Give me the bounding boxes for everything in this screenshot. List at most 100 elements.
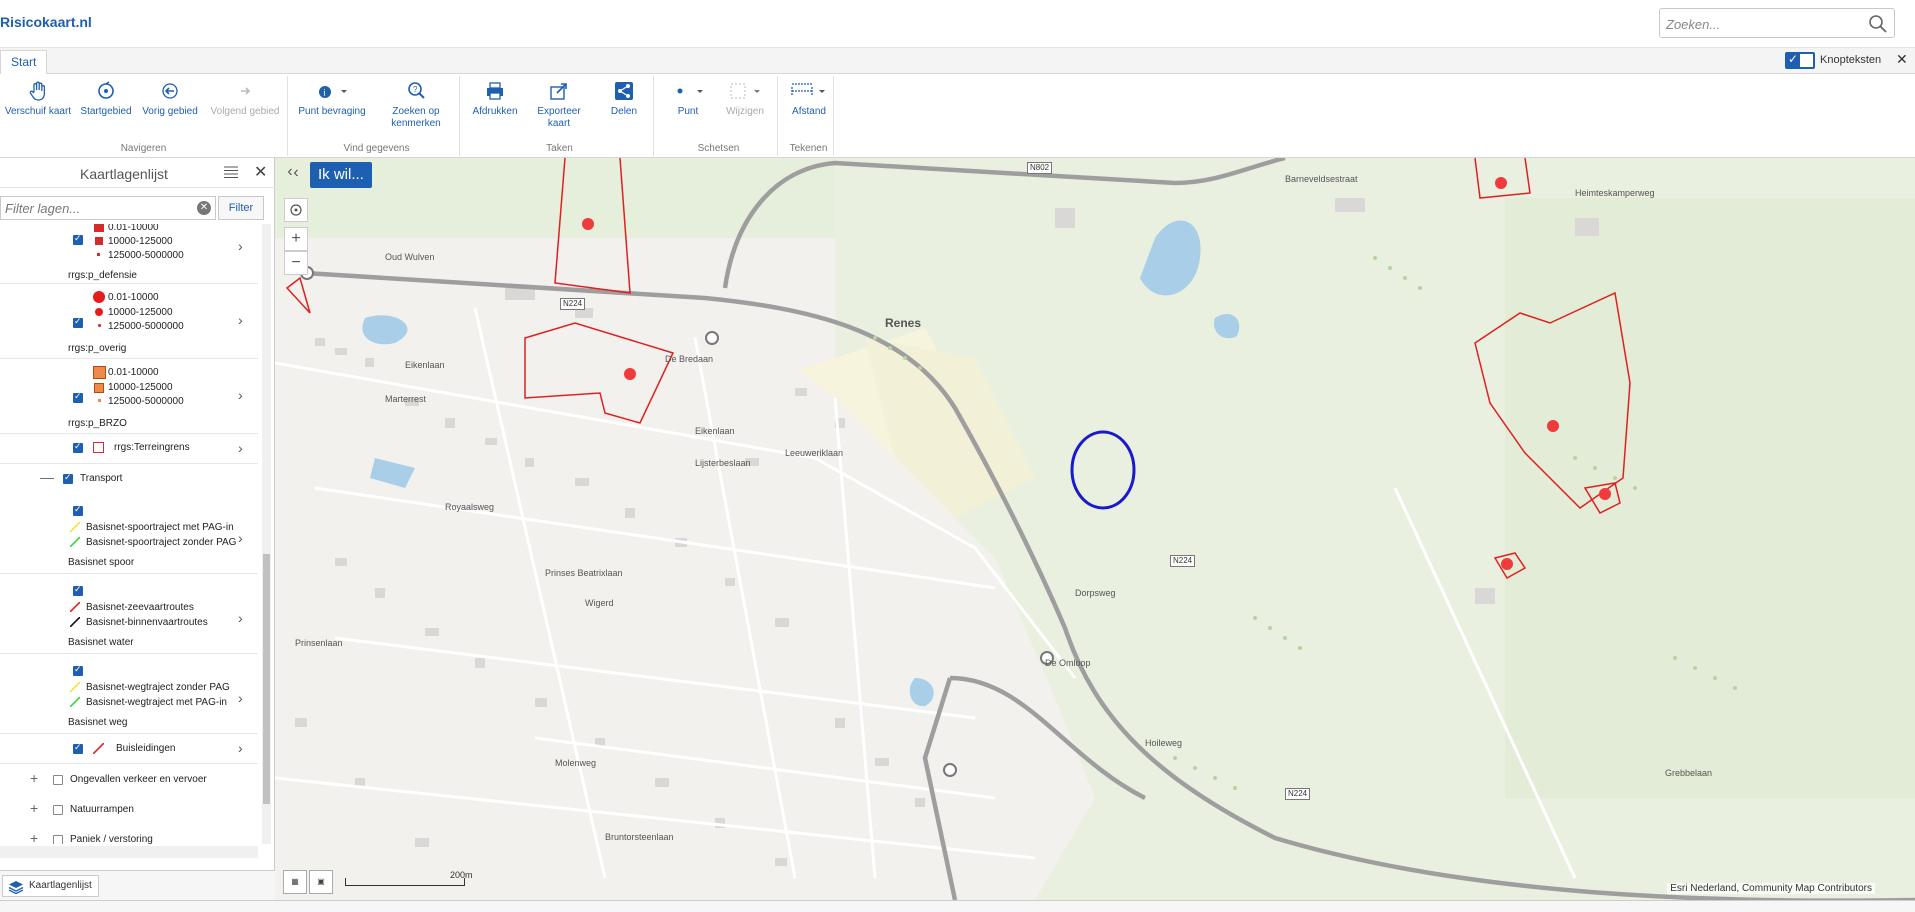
group-checkbox[interactable]: [53, 805, 63, 815]
search-box[interactable]: [1659, 8, 1895, 38]
group-checkbox[interactable]: [63, 472, 73, 484]
legend-label: Basisnet-wegtraject met PAG-in: [86, 697, 227, 708]
volgend-gebied-label: Volgend gebied: [210, 106, 280, 117]
chevron-right-icon[interactable]: ›: [238, 530, 243, 546]
layer-overig: 0.01-10000 10000-125000 125000-5000000 r…: [0, 284, 258, 359]
collapse-panel-icon[interactable]: ‹: [280, 163, 300, 183]
layer-checkbox[interactable]: [73, 316, 83, 328]
legend-square-medium-icon: [95, 237, 103, 245]
zoom-in-button[interactable]: +: [284, 227, 308, 251]
map-label: Hoileweg: [1145, 738, 1183, 748]
zoeken-kenmerken-button[interactable]: ? Zoeken op kenmerken: [384, 80, 448, 130]
map-attribution[interactable]: Esri Nederland, Community Map Contributo…: [1667, 883, 1875, 894]
tab-start[interactable]: Start: [0, 50, 48, 74]
wijzigen-label: Wijzigen: [726, 106, 764, 117]
map-label: Eikenlaan: [695, 426, 735, 436]
wijzigen-button[interactable]: Wijzigen: [720, 80, 770, 118]
layer-checkbox[interactable]: [73, 584, 83, 596]
legend-line-red-icon: [70, 602, 80, 612]
punt-bevraging-button[interactable]: i Punt bevraging: [298, 80, 366, 118]
map-label: Leeuweriklaan: [785, 448, 844, 458]
map-label: Marterrest: [385, 394, 427, 404]
point-info-icon: i: [319, 86, 347, 98]
delen-button[interactable]: Delen: [604, 80, 644, 118]
volgend-gebied-button[interactable]: Volgend gebied: [210, 80, 280, 118]
map-label: De Omloop: [1045, 658, 1091, 668]
boundary-square-icon: [93, 442, 104, 453]
app-title[interactable]: Risicokaart.nl: [0, 14, 92, 30]
layer-spoor: Basisnet-spoortraject met PAG-in Basisne…: [0, 494, 258, 574]
clear-filter-icon[interactable]: ✕: [197, 201, 211, 215]
exporteer-kaart-button[interactable]: Exporteer kaart: [526, 80, 592, 130]
map-label: Prinsenlaan: [295, 638, 343, 648]
app-header: Risicokaart.nl: [0, 0, 1915, 48]
verschuif-kaart-label: Verschuif kaart: [4, 106, 72, 117]
group-label-taken: Taken: [546, 143, 573, 154]
group-label-navigeren: Navigeren: [120, 143, 167, 154]
expand-icon[interactable]: +: [30, 770, 38, 786]
chevron-right-icon[interactable]: ›: [238, 690, 243, 706]
chevron-right-icon[interactable]: ›: [238, 387, 243, 403]
horizontal-scrollbar[interactable]: [0, 846, 258, 858]
map-label: Eikenlaan: [405, 360, 445, 370]
filter-input[interactable]: [0, 196, 216, 220]
zoom-out-button[interactable]: −: [284, 251, 308, 275]
chevron-right-icon[interactable]: ›: [238, 238, 243, 254]
legend-label: Basisnet-wegtraject zonder PAG: [86, 682, 230, 693]
collapse-icon[interactable]: —: [40, 469, 54, 485]
legend-label: 125000-5000000: [108, 396, 184, 407]
layer-name: Basisnet weg: [68, 717, 128, 728]
map-label: Heimteskamperweg: [1575, 188, 1655, 198]
layer-checkbox[interactable]: [73, 233, 83, 245]
chevron-right-icon[interactable]: ›: [238, 610, 243, 626]
scale-bar: [345, 878, 465, 886]
search-input[interactable]: [1666, 15, 1856, 33]
layer-checkbox[interactable]: [73, 441, 83, 453]
legend-line-yellow-icon: [70, 522, 80, 532]
vorig-gebied-button[interactable]: Vorig gebied: [140, 80, 200, 118]
locate-icon[interactable]: [284, 198, 308, 222]
menu-icon[interactable]: [224, 166, 238, 178]
filter-button[interactable]: Filter: [218, 196, 264, 220]
basemap-toggle-icon[interactable]: ▦: [283, 870, 307, 894]
verschuif-kaart-button[interactable]: Verschuif kaart: [4, 80, 72, 118]
group-checkbox[interactable]: [53, 835, 63, 844]
expand-icon[interactable]: +: [30, 800, 38, 816]
layer-panel: Kaartlagenlijst ✕ ✕ Filter 0.01-10000 10…: [0, 158, 275, 898]
legend-label: Basisnet-spoortraject met PAG-in: [86, 522, 234, 533]
layer-checkbox[interactable]: [73, 504, 83, 516]
layer-checkbox[interactable]: [73, 742, 83, 754]
layer-name: Basisnet water: [68, 637, 134, 648]
overview-map-icon[interactable]: ▣: [309, 870, 333, 894]
group-tekenen: Afstand Tekenen: [784, 76, 834, 156]
afdrukken-button[interactable]: Afdrukken: [472, 80, 518, 118]
scrollbar-thumb[interactable]: [263, 554, 270, 804]
kaartlagenlijst-tab[interactable]: Kaartlagenlijst: [2, 875, 99, 897]
chevron-right-icon[interactable]: ›: [238, 740, 243, 756]
map-view[interactable]: Ik wil... ‹ + − Renes Oud Wulven Barneve…: [275, 158, 1915, 900]
layer-weg: Basisnet-wegtraject zonder PAG Basisnet-…: [0, 654, 258, 734]
layer-list: 0.01-10000 10000-125000 125000-5000000 r…: [0, 224, 262, 844]
punt-button[interactable]: Punt: [666, 80, 710, 118]
legend-line-red-icon: [93, 743, 104, 754]
startgebied-button[interactable]: Startgebied: [78, 80, 134, 118]
afstand-button[interactable]: Afstand: [786, 80, 832, 118]
ik-wil-button[interactable]: Ik wil...: [310, 162, 372, 188]
delen-label: Delen: [610, 106, 638, 117]
layer-list-scrollbar[interactable]: [262, 224, 271, 844]
expand-icon[interactable]: +: [30, 830, 38, 844]
map-label: Grebbelaan: [1665, 768, 1713, 778]
chevron-right-icon[interactable]: ›: [238, 440, 243, 456]
knopteksten-toggle[interactable]: ✓: [1785, 52, 1815, 69]
layer-checkbox[interactable]: [73, 664, 83, 676]
legend-label: Basisnet-zeevaartroutes: [86, 602, 194, 613]
group-checkbox[interactable]: [53, 775, 63, 785]
search-icon[interactable]: [1868, 14, 1888, 34]
group-name: Ongevallen verkeer en vervoer: [70, 774, 207, 785]
close-icon[interactable]: ✕: [254, 162, 267, 182]
group-natuurrampen: + Natuurrampen: [0, 794, 258, 824]
chevron-right-icon[interactable]: ›: [238, 312, 243, 328]
layer-checkbox[interactable]: [73, 391, 83, 403]
scale-label: 200m: [450, 870, 473, 880]
ribbon-close-icon[interactable]: ✕: [1896, 51, 1908, 68]
